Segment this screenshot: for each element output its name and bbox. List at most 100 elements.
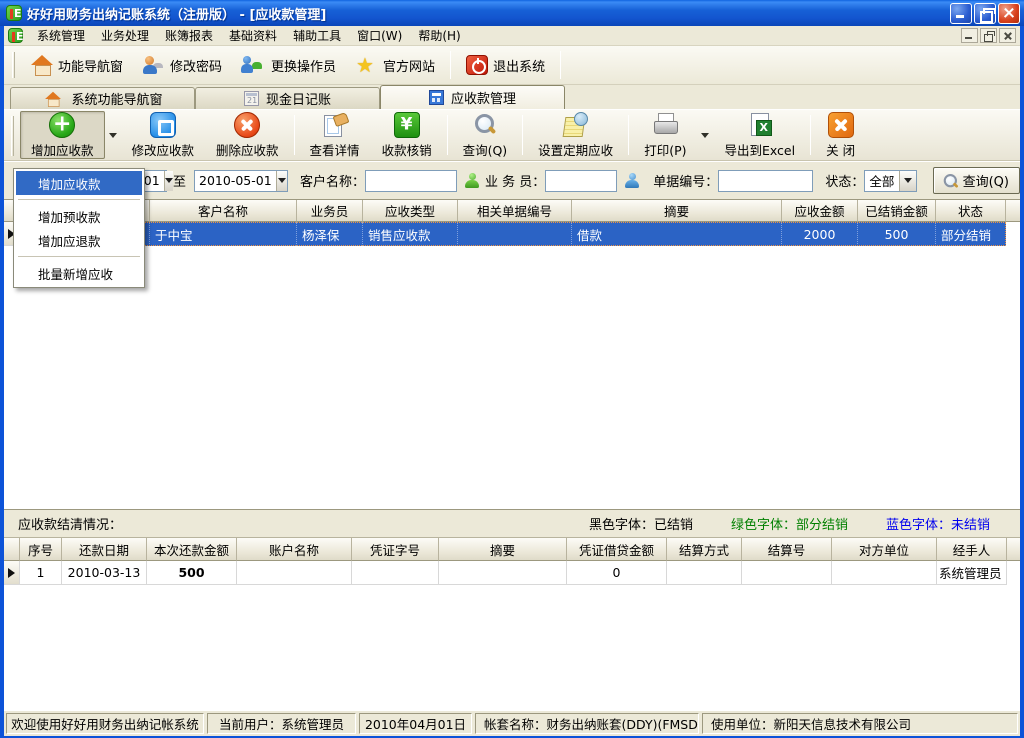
col-voucher[interactable]: 凭证字号 <box>352 538 439 561</box>
calendar-icon <box>244 91 259 106</box>
menu-window[interactable]: 窗口(W) <box>349 25 410 46</box>
customer-input[interactable] <box>365 170 457 192</box>
col-status[interactable]: 状态 <box>936 200 1006 222</box>
settlement-row[interactable]: 1 2010-03-13 500 0 系统管理员 <box>4 561 1020 585</box>
cell-voucher <box>352 561 439 585</box>
minimize-button[interactable] <box>950 3 972 24</box>
change-password-button[interactable]: 修改密码 <box>133 50 232 80</box>
restore-button[interactable] <box>974 3 996 24</box>
salesman-input[interactable] <box>545 170 617 192</box>
row-filler <box>1007 561 1020 585</box>
official-site-button[interactable]: 官方网站 <box>346 50 445 80</box>
mdi-restore-button[interactable] <box>980 28 997 43</box>
col-repay-amount[interactable]: 本次还款金额 <box>147 538 237 561</box>
search-button-label: 查询(Q) <box>963 171 1009 190</box>
col-repay-date[interactable]: 还款日期 <box>62 538 147 561</box>
menubar: 系统管理 业务处理 账簿报表 基础资料 辅助工具 窗口(W) 帮助(H) <box>4 26 1020 46</box>
close-module-button[interactable]: 关 闭 <box>815 111 866 159</box>
add-receivable-dropdown-arrow[interactable] <box>105 111 121 159</box>
menu-item-add-prereceipt[interactable]: 增加预收款 <box>16 204 142 228</box>
cell-repay-date: 2010-03-13 <box>62 561 147 585</box>
tab-cash-journal[interactable]: 现金日记账 <box>195 87 380 109</box>
col-seq[interactable]: 序号 <box>20 538 62 561</box>
receivables-row[interactable]: 于中宝 杨泽保 销售应收款 借款 2000 500 部分结销 <box>4 222 1020 246</box>
tab-receivables[interactable]: 应收款管理 <box>380 85 565 109</box>
docno-input[interactable] <box>718 170 813 192</box>
cell-salesman: 杨泽保 <box>297 222 363 246</box>
menu-item-add-receivable[interactable]: 增加应收款 <box>16 171 142 195</box>
col-settled[interactable]: 已结销金额 <box>858 200 936 222</box>
status-label: 状态： <box>825 171 864 190</box>
delete-receivable-button[interactable]: 删除应收款 <box>205 111 290 159</box>
exit-system-button[interactable]: 退出系统 <box>456 50 555 80</box>
cell-voucher-amount: 0 <box>567 561 667 585</box>
menu-system[interactable]: 系统管理 <box>29 25 93 46</box>
status-legend: 黑色字体：已结销 绿色字体：部分结销 蓝色字体：未结销 <box>589 514 1010 533</box>
status-account-set: 帐套名称：财务出纳账套(DDY)(FMSDB20 <box>475 713 699 734</box>
star-icon <box>356 55 378 75</box>
yen-square-icon <box>394 112 420 138</box>
edit-square-icon <box>150 112 176 138</box>
menu-reports[interactable]: 账簿报表 <box>157 25 221 46</box>
status-combo[interactable]: 全部 <box>864 170 916 192</box>
edit-receivable-button[interactable]: 修改应收款 <box>121 111 206 159</box>
query-button[interactable]: 查询(Q) <box>452 111 519 159</box>
person-blue-icon <box>625 173 639 188</box>
change-password-label: 修改密码 <box>170 56 222 75</box>
col-filler <box>1007 538 1020 561</box>
col-salesman[interactable]: 业务员 <box>297 200 363 222</box>
search-button[interactable]: 查询(Q) <box>933 167 1020 194</box>
col-voucher-amount[interactable]: 凭证借贷金额 <box>567 538 667 561</box>
plus-circle-icon <box>49 112 75 138</box>
col-account[interactable]: 账户名称 <box>237 538 352 561</box>
print-label: 打印(P) <box>644 140 686 159</box>
excel-icon <box>747 112 773 138</box>
cell-settle-method <box>667 561 742 585</box>
cell-handler: 系统管理员 <box>937 561 1007 585</box>
print-dropdown-arrow[interactable] <box>697 111 713 159</box>
export-excel-button[interactable]: 导出到Excel <box>713 111 806 159</box>
toolbar-separator <box>450 51 451 79</box>
current-row-marker-icon <box>8 568 15 578</box>
col-customer[interactable]: 客户名称 <box>150 200 297 222</box>
settle-section-title: 应收款结清情况： <box>18 514 122 533</box>
writeoff-button[interactable]: 收款核销 <box>371 111 443 159</box>
col-summary[interactable]: 摘要 <box>572 200 782 222</box>
menu-tools[interactable]: 辅助工具 <box>285 25 349 46</box>
col-settle-no[interactable]: 结算号 <box>742 538 832 561</box>
col-counterparty[interactable]: 对方单位 <box>832 538 937 561</box>
col-settle-method[interactable]: 结算方式 <box>667 538 742 561</box>
col-type[interactable]: 应收类型 <box>363 200 458 222</box>
menu-item-add-refund[interactable]: 增加应退款 <box>16 228 142 252</box>
mdi-minimize-button[interactable] <box>961 28 978 43</box>
col-related-no[interactable]: 相关单据编号 <box>458 200 572 222</box>
menu-business[interactable]: 业务处理 <box>93 25 157 46</box>
date-to-combo[interactable]: 2010-05-01 <box>194 170 288 192</box>
close-module-label: 关 闭 <box>826 140 855 159</box>
toolbar-separator <box>447 115 448 155</box>
print-button[interactable]: 打印(P) <box>633 111 697 159</box>
col-amount[interactable]: 应收金额 <box>782 200 858 222</box>
settle-section-bar: 应收款结清情况： 黑色字体：已结销 绿色字体：部分结销 蓝色字体：未结销 <box>4 509 1020 538</box>
query-label: 查询(Q) <box>463 140 508 159</box>
receivables-empty-area <box>4 246 1020 509</box>
col-handler[interactable]: 经手人 <box>937 538 1007 561</box>
cell-related-no <box>458 222 572 246</box>
menu-item-batch-add[interactable]: 批量新增应收 <box>16 261 142 285</box>
menu-basedata[interactable]: 基础资料 <box>221 25 285 46</box>
power-icon <box>466 55 488 75</box>
view-detail-button[interactable]: 查看详情 <box>299 111 371 159</box>
toolbar-grip <box>11 116 14 156</box>
col-summary2[interactable]: 摘要 <box>439 538 567 561</box>
nav-window-button[interactable]: 功能导航窗 <box>21 50 133 80</box>
periodic-receivable-button[interactable]: 设置定期应收 <box>527 111 624 159</box>
selected-row[interactable]: 于中宝 杨泽保 销售应收款 借款 2000 500 部分结销 <box>20 222 1006 246</box>
tab-system-nav[interactable]: 系统功能导航窗 <box>10 87 195 109</box>
close-button[interactable] <box>998 3 1020 24</box>
app-logo-icon <box>8 28 23 43</box>
row-filler <box>1006 222 1020 246</box>
menu-help[interactable]: 帮助(H) <box>410 25 468 46</box>
switch-operator-button[interactable]: 更换操作员 <box>232 50 346 80</box>
add-receivable-button[interactable]: 增加应收款 <box>20 111 105 159</box>
mdi-close-button[interactable] <box>999 28 1016 43</box>
